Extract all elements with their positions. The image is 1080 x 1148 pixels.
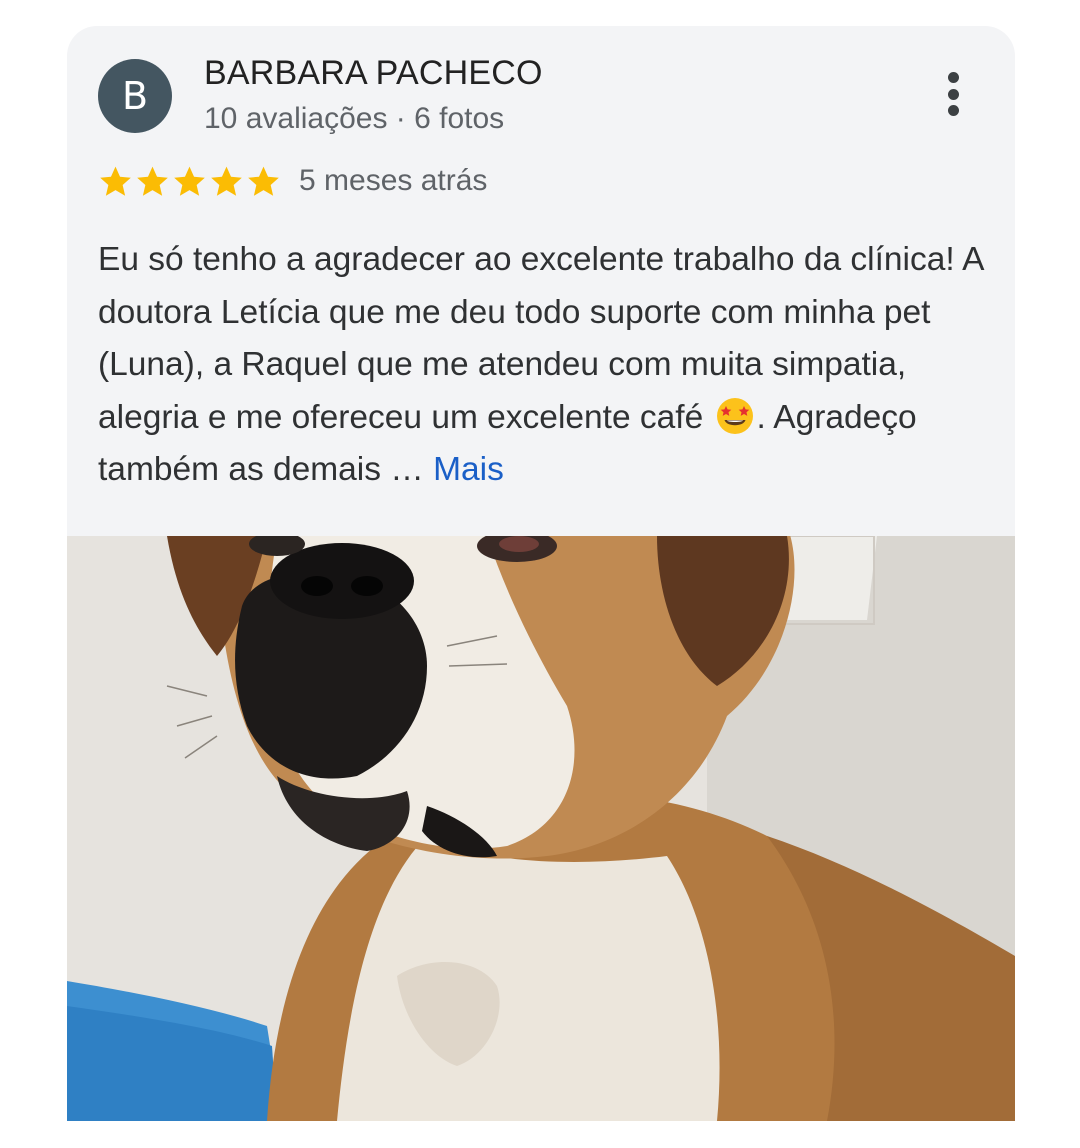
star-icon [248,166,279,196]
review-photo[interactable] [67,536,1015,1121]
review-text: Eu só tenho a agradecer ao excelente tra… [98,234,988,497]
more-link[interactable]: Mais [433,451,504,488]
star-icon [174,166,205,196]
avatar-letter: B [121,74,149,118]
star-icon [137,166,168,196]
menu-dot [947,72,959,83]
more-vert-icon[interactable] [935,68,971,120]
reviewer-name[interactable]: BARBARA PACHECO [204,54,543,93]
review-date: 5 meses atrás [299,164,488,197]
menu-dot [947,88,959,100]
avatar[interactable]: B [98,59,172,133]
reviewer-meta: 10 avaliações · 6 fotos [204,102,505,135]
star-icon [211,166,242,196]
dog-photo-image [67,536,1015,1121]
menu-dot [947,105,959,116]
star-struck-emoji-icon [716,397,753,434]
star-rating [98,164,281,200]
review-card: B BARBARA PACHECO 10 avaliações · 6 foto… [67,26,1015,1121]
star-icon [100,166,131,196]
